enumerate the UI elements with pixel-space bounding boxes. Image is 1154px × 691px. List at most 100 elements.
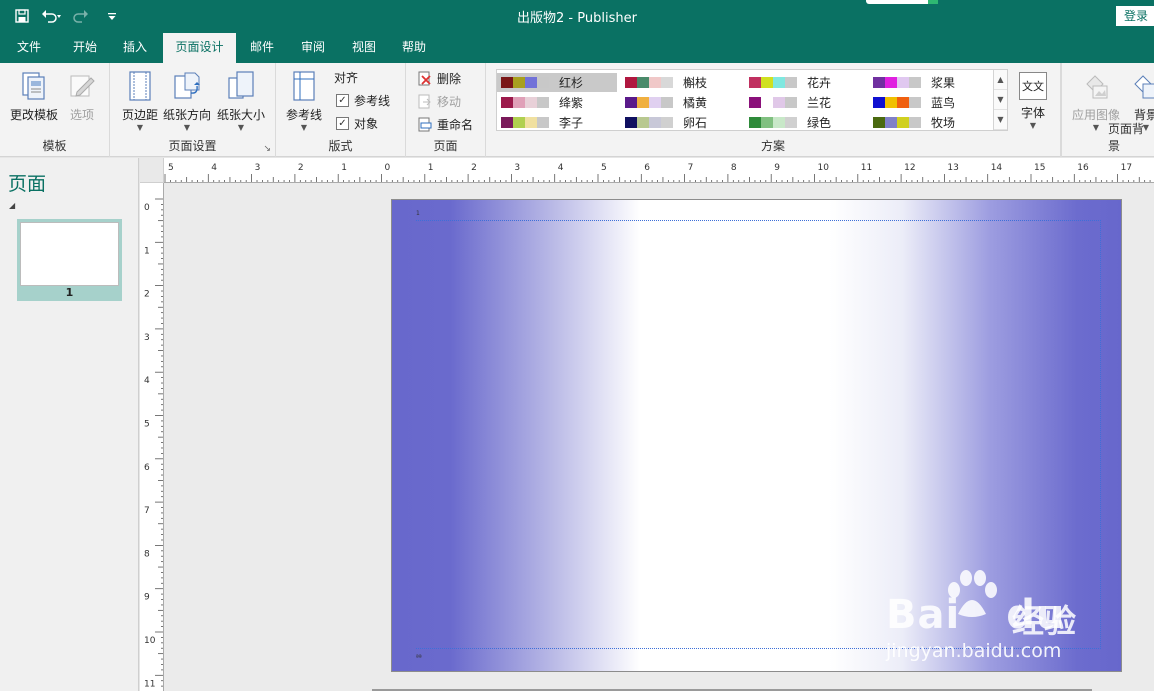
baidu-watermark: Bai du 经验 jingyan.baidu.com — [886, 570, 1096, 670]
color-swatch — [525, 117, 537, 128]
apply-image-icon — [1081, 69, 1111, 103]
color-swatches — [873, 97, 921, 108]
scheme-item[interactable]: 绛紫 — [497, 93, 617, 112]
align-to-guides-checkbox[interactable]: ✓ 参考线 — [336, 90, 390, 110]
color-swatch — [885, 97, 897, 108]
color-swatch — [761, 117, 773, 128]
page-setup-group: 页边距 ▼ 纸张方向 ▼ 纸张大小 ▼ 页面设置 ↘ — [110, 63, 276, 157]
tab-review[interactable]: 审阅 — [290, 33, 336, 63]
scheme-item[interactable]: 红杉 — [497, 73, 617, 92]
scheme-name: 蓝鸟 — [931, 96, 956, 110]
ruler-label: 5 — [601, 163, 607, 173]
options-button[interactable]: 选项 — [64, 69, 100, 135]
scheme-item[interactable]: 蓝鸟 — [869, 93, 989, 112]
color-swatch — [649, 77, 661, 88]
page-size-button[interactable]: 纸张大小 ▼ — [216, 69, 266, 135]
vertical-ruler[interactable]: 0 1 2 3 4 5 6 7 8 9 10 11 — [140, 183, 164, 691]
page-background-group-label: 页面背景 — [1108, 122, 1145, 153]
guides-button[interactable]: 参考线 ▼ — [282, 69, 326, 135]
scheme-name: 绿色 — [807, 116, 832, 130]
scheme-item[interactable]: 花卉 — [745, 73, 865, 92]
tab-help[interactable]: 帮助 — [391, 33, 437, 63]
ruler-label: 4 — [144, 376, 150, 386]
scheme-item[interactable]: 兰花 — [745, 93, 865, 112]
pages-group-label: 页面 — [433, 139, 458, 153]
ribbon: 更改模板 选项 模板 页边距 ▼ 纸张方向 ▼ 纸张大小 ▼ 页面设置 ↘ 参考… — [0, 63, 1154, 157]
tab-file[interactable]: 文件 — [6, 33, 52, 63]
move-page-button[interactable]: 移动 — [418, 91, 461, 111]
rename-label: 重命名 — [437, 117, 474, 132]
page-setup-launcher-icon[interactable]: ↘ — [263, 144, 271, 154]
scheme-name: 卵石 — [683, 116, 708, 130]
checkbox-checked-icon: ✓ — [336, 116, 349, 130]
tab-insert[interactable]: 插入 — [112, 33, 158, 63]
collapse-triangle-icon[interactable]: ◢ — [9, 201, 15, 210]
sign-in-button[interactable]: 登录 — [1115, 6, 1154, 26]
scheme-item[interactable]: 李子 — [497, 113, 617, 132]
ruler-label: 7 — [144, 506, 150, 516]
delete-page-icon — [418, 71, 431, 85]
color-swatch — [649, 97, 661, 108]
scheme-name: 浆果 — [931, 76, 956, 90]
margins-button[interactable]: 页边距 ▼ — [120, 69, 160, 135]
ruler-label: 8 — [731, 163, 737, 173]
align-objects-label: 对象 — [354, 116, 379, 131]
change-template-label: 更改模板 — [9, 108, 58, 122]
ruler-label: 4 — [558, 163, 564, 173]
ruler-label: 10 — [144, 636, 156, 646]
gallery-scrollbar[interactable]: ▲ ▼ ▼ — [993, 70, 1007, 130]
orientation-icon — [172, 69, 202, 103]
scheme-item[interactable]: 卵石 — [621, 113, 741, 132]
fonts-button[interactable]: 文文 字体 ▼ — [1016, 69, 1050, 135]
schemes-group-label: 方案 — [760, 139, 785, 153]
scroll-up-icon[interactable]: ▲ — [994, 70, 1007, 90]
page-setup-group-label: 页面设置 — [168, 139, 217, 153]
tab-mailings[interactable]: 邮件 — [239, 33, 285, 63]
scheme-item[interactable]: 槲枝 — [621, 73, 741, 92]
tab-home[interactable]: 开始 — [62, 33, 108, 63]
align-to-objects-checkbox[interactable]: ✓ 对象 — [336, 113, 378, 133]
page-thumbnail-1[interactable]: 1 — [17, 219, 122, 301]
scheme-item[interactable]: 浆果 — [869, 73, 989, 92]
color-swatches — [501, 77, 549, 88]
scheme-item[interactable]: 绿色 — [745, 113, 865, 132]
color-swatch — [637, 77, 649, 88]
scheme-name: 绛紫 — [559, 96, 584, 110]
delete-page-button[interactable]: 删除 — [418, 68, 461, 88]
color-swatches — [749, 97, 797, 108]
page-size-icon — [226, 69, 256, 103]
color-swatches — [749, 117, 797, 128]
scheme-item[interactable]: 牧场 — [869, 113, 989, 132]
tab-view[interactable]: 视图 — [341, 33, 387, 63]
scheme-name: 李子 — [559, 116, 584, 130]
horizontal-ruler-scale: 5 4 3 2 1 0 1 2 3 4 5 6 7 8 9 10 11 12 13 14 15 16 17 — [164, 163, 1151, 182]
expand-gallery-icon[interactable]: ▼ — [994, 110, 1007, 130]
guides-icon — [289, 69, 319, 103]
color-swatches — [625, 117, 673, 128]
rename-page-button[interactable]: 重命名 — [418, 114, 473, 134]
move-page-icon — [418, 94, 431, 108]
color-swatches — [625, 77, 673, 88]
rename-page-icon — [418, 117, 432, 131]
horizontal-ruler[interactable]: 5 4 3 2 1 0 1 2 3 4 5 6 7 8 9 10 11 12 13 14 15 16 17 — [164, 158, 1154, 183]
color-swatch — [661, 97, 673, 108]
watermark-url: jingyan.baidu.com — [886, 640, 1062, 662]
document-title: 出版物2 - Publisher — [517, 11, 637, 26]
scheme-item[interactable]: 橘黄 — [621, 93, 741, 112]
change-template-button[interactable]: 更改模板 — [6, 69, 62, 135]
title-bar: 出版物2 - Publisher 登录 — [0, 0, 1154, 33]
color-swatch — [525, 77, 537, 88]
align-title: 对齐 — [334, 70, 359, 85]
scroll-down-icon[interactable]: ▼ — [994, 90, 1007, 110]
orientation-dropdown-icon: ▼ — [183, 123, 191, 132]
tab-page-design[interactable]: 页面设计 — [163, 33, 236, 63]
color-swatch — [625, 77, 637, 88]
scheme-name: 槲枝 — [683, 76, 708, 90]
pencil-icon — [67, 69, 97, 103]
color-swatch — [661, 77, 673, 88]
align-guides-label: 参考线 — [354, 93, 391, 108]
orientation-button[interactable]: 纸张方向 ▼ — [162, 69, 212, 135]
color-swatches — [873, 77, 921, 88]
ruler-label: 12 — [904, 163, 915, 173]
watermark-cn: 经验 — [1012, 602, 1077, 640]
